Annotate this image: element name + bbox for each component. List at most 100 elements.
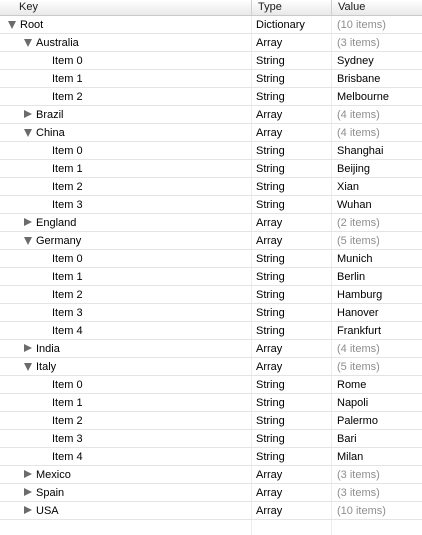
table-row[interactable]: Root Dictionary (10 items) (0, 16, 422, 34)
table-row[interactable]: Item 1 String Brisbane (0, 70, 422, 88)
key-label[interactable]: India (36, 340, 60, 358)
value-cell[interactable]: Munich (337, 250, 422, 267)
value-cell[interactable]: Hamburg (337, 286, 422, 303)
key-label[interactable]: Item 4 (52, 322, 83, 340)
value-cell[interactable]: Sydney (337, 52, 422, 69)
key-label[interactable]: Item 1 (52, 160, 83, 178)
type-cell[interactable]: String (256, 142, 330, 159)
type-cell[interactable]: String (256, 412, 330, 429)
type-cell[interactable]: Array (256, 358, 330, 375)
value-cell[interactable]: Palermo (337, 412, 422, 429)
disclosure-triangle-expanded-icon[interactable] (24, 39, 32, 47)
table-row[interactable]: Mexico Array (3 items) (0, 466, 422, 484)
type-cell[interactable]: Array (256, 106, 330, 123)
table-row[interactable]: Item 2 String Melbourne (0, 88, 422, 106)
key-label[interactable]: Spain (36, 484, 64, 502)
key-label[interactable]: Germany (36, 232, 81, 250)
key-label[interactable]: Item 2 (52, 88, 83, 106)
table-row[interactable]: Item 0 String Shanghai (0, 142, 422, 160)
key-label[interactable]: Mexico (36, 466, 71, 484)
type-cell[interactable]: String (256, 304, 330, 321)
disclosure-triangle-expanded-icon[interactable] (8, 21, 16, 29)
table-row[interactable]: Item 3 String Wuhan (0, 196, 422, 214)
value-cell[interactable]: (3 items) (337, 466, 422, 483)
table-row[interactable]: Item 1 String Napoli (0, 394, 422, 412)
type-cell[interactable]: Array (256, 502, 330, 519)
table-row[interactable]: Spain Array (3 items) (0, 484, 422, 502)
type-cell[interactable]: String (256, 88, 330, 105)
table-row[interactable]: Item 0 String Munich (0, 250, 422, 268)
value-cell[interactable]: Rome (337, 376, 422, 393)
type-cell[interactable]: String (256, 376, 330, 393)
key-label[interactable]: Item 1 (52, 268, 83, 286)
table-row[interactable]: Item 0 String Sydney (0, 52, 422, 70)
type-cell[interactable]: String (256, 448, 330, 465)
table-row[interactable]: England Array (2 items) (0, 214, 422, 232)
table-row[interactable]: USA Array (10 items) (0, 502, 422, 520)
value-cell[interactable]: (4 items) (337, 340, 422, 357)
value-cell[interactable]: (3 items) (337, 484, 422, 501)
value-cell[interactable]: Hanover (337, 304, 422, 321)
type-cell[interactable]: String (256, 286, 330, 303)
table-row[interactable]: Item 4 String Frankfurt (0, 322, 422, 340)
key-label[interactable]: Brazil (36, 106, 64, 124)
value-cell[interactable]: Brisbane (337, 70, 422, 87)
key-label[interactable]: Item 0 (52, 52, 83, 70)
table-row[interactable]: Item 2 String Xian (0, 178, 422, 196)
type-cell[interactable]: Array (256, 232, 330, 249)
key-label[interactable]: Item 2 (52, 178, 83, 196)
key-label[interactable]: Item 2 (52, 412, 83, 430)
table-row[interactable]: Item 2 String Hamburg (0, 286, 422, 304)
key-label[interactable]: Item 1 (52, 70, 83, 88)
value-cell[interactable]: Beijing (337, 160, 422, 177)
value-cell[interactable]: (10 items) (337, 502, 422, 519)
key-label[interactable]: Item 1 (52, 394, 83, 412)
type-cell[interactable]: Array (256, 214, 330, 231)
key-label[interactable]: Item 0 (52, 142, 83, 160)
key-column-header[interactable]: Key (0, 0, 250, 16)
value-cell[interactable]: (4 items) (337, 124, 422, 141)
type-cell[interactable]: String (256, 394, 330, 411)
disclosure-triangle-collapsed-icon[interactable] (24, 470, 32, 478)
type-cell[interactable]: String (256, 430, 330, 447)
type-cell[interactable]: Array (256, 124, 330, 141)
value-column-header[interactable]: Value (331, 0, 422, 16)
value-cell[interactable]: (10 items) (337, 16, 422, 33)
disclosure-triangle-expanded-icon[interactable] (24, 363, 32, 371)
key-label[interactable]: Italy (36, 358, 56, 376)
type-cell[interactable]: String (256, 160, 330, 177)
table-row[interactable]: Item 3 String Hanover (0, 304, 422, 322)
type-column-header[interactable]: Type (251, 0, 330, 16)
value-cell[interactable]: (5 items) (337, 232, 422, 249)
type-cell[interactable]: Array (256, 34, 330, 51)
type-cell[interactable]: String (256, 178, 330, 195)
disclosure-triangle-collapsed-icon[interactable] (24, 506, 32, 514)
table-row[interactable]: Germany Array (5 items) (0, 232, 422, 250)
type-cell[interactable]: Array (256, 340, 330, 357)
value-cell[interactable]: Wuhan (337, 196, 422, 213)
type-cell[interactable]: String (256, 52, 330, 69)
value-cell[interactable]: Frankfurt (337, 322, 422, 339)
value-cell[interactable]: (5 items) (337, 358, 422, 375)
table-row[interactable]: Item 2 String Palermo (0, 412, 422, 430)
disclosure-triangle-expanded-icon[interactable] (24, 129, 32, 137)
type-cell[interactable]: Array (256, 484, 330, 501)
type-cell[interactable]: String (256, 196, 330, 213)
value-cell[interactable]: (3 items) (337, 34, 422, 51)
key-label[interactable]: Item 0 (52, 376, 83, 394)
table-row[interactable]: Italy Array (5 items) (0, 358, 422, 376)
value-cell[interactable]: Bari (337, 430, 422, 447)
value-cell[interactable]: Napoli (337, 394, 422, 411)
table-row[interactable]: India Array (4 items) (0, 340, 422, 358)
value-cell[interactable]: Milan (337, 448, 422, 465)
key-label[interactable]: Item 3 (52, 304, 83, 322)
table-row[interactable]: Item 4 String Milan (0, 448, 422, 466)
table-row[interactable]: Australia Array (3 items) (0, 34, 422, 52)
disclosure-triangle-collapsed-icon[interactable] (24, 488, 32, 496)
disclosure-triangle-expanded-icon[interactable] (24, 237, 32, 245)
value-cell[interactable]: Berlin (337, 268, 422, 285)
type-cell[interactable]: String (256, 322, 330, 339)
type-cell[interactable]: String (256, 250, 330, 267)
value-cell[interactable]: (4 items) (337, 106, 422, 123)
table-row[interactable]: China Array (4 items) (0, 124, 422, 142)
